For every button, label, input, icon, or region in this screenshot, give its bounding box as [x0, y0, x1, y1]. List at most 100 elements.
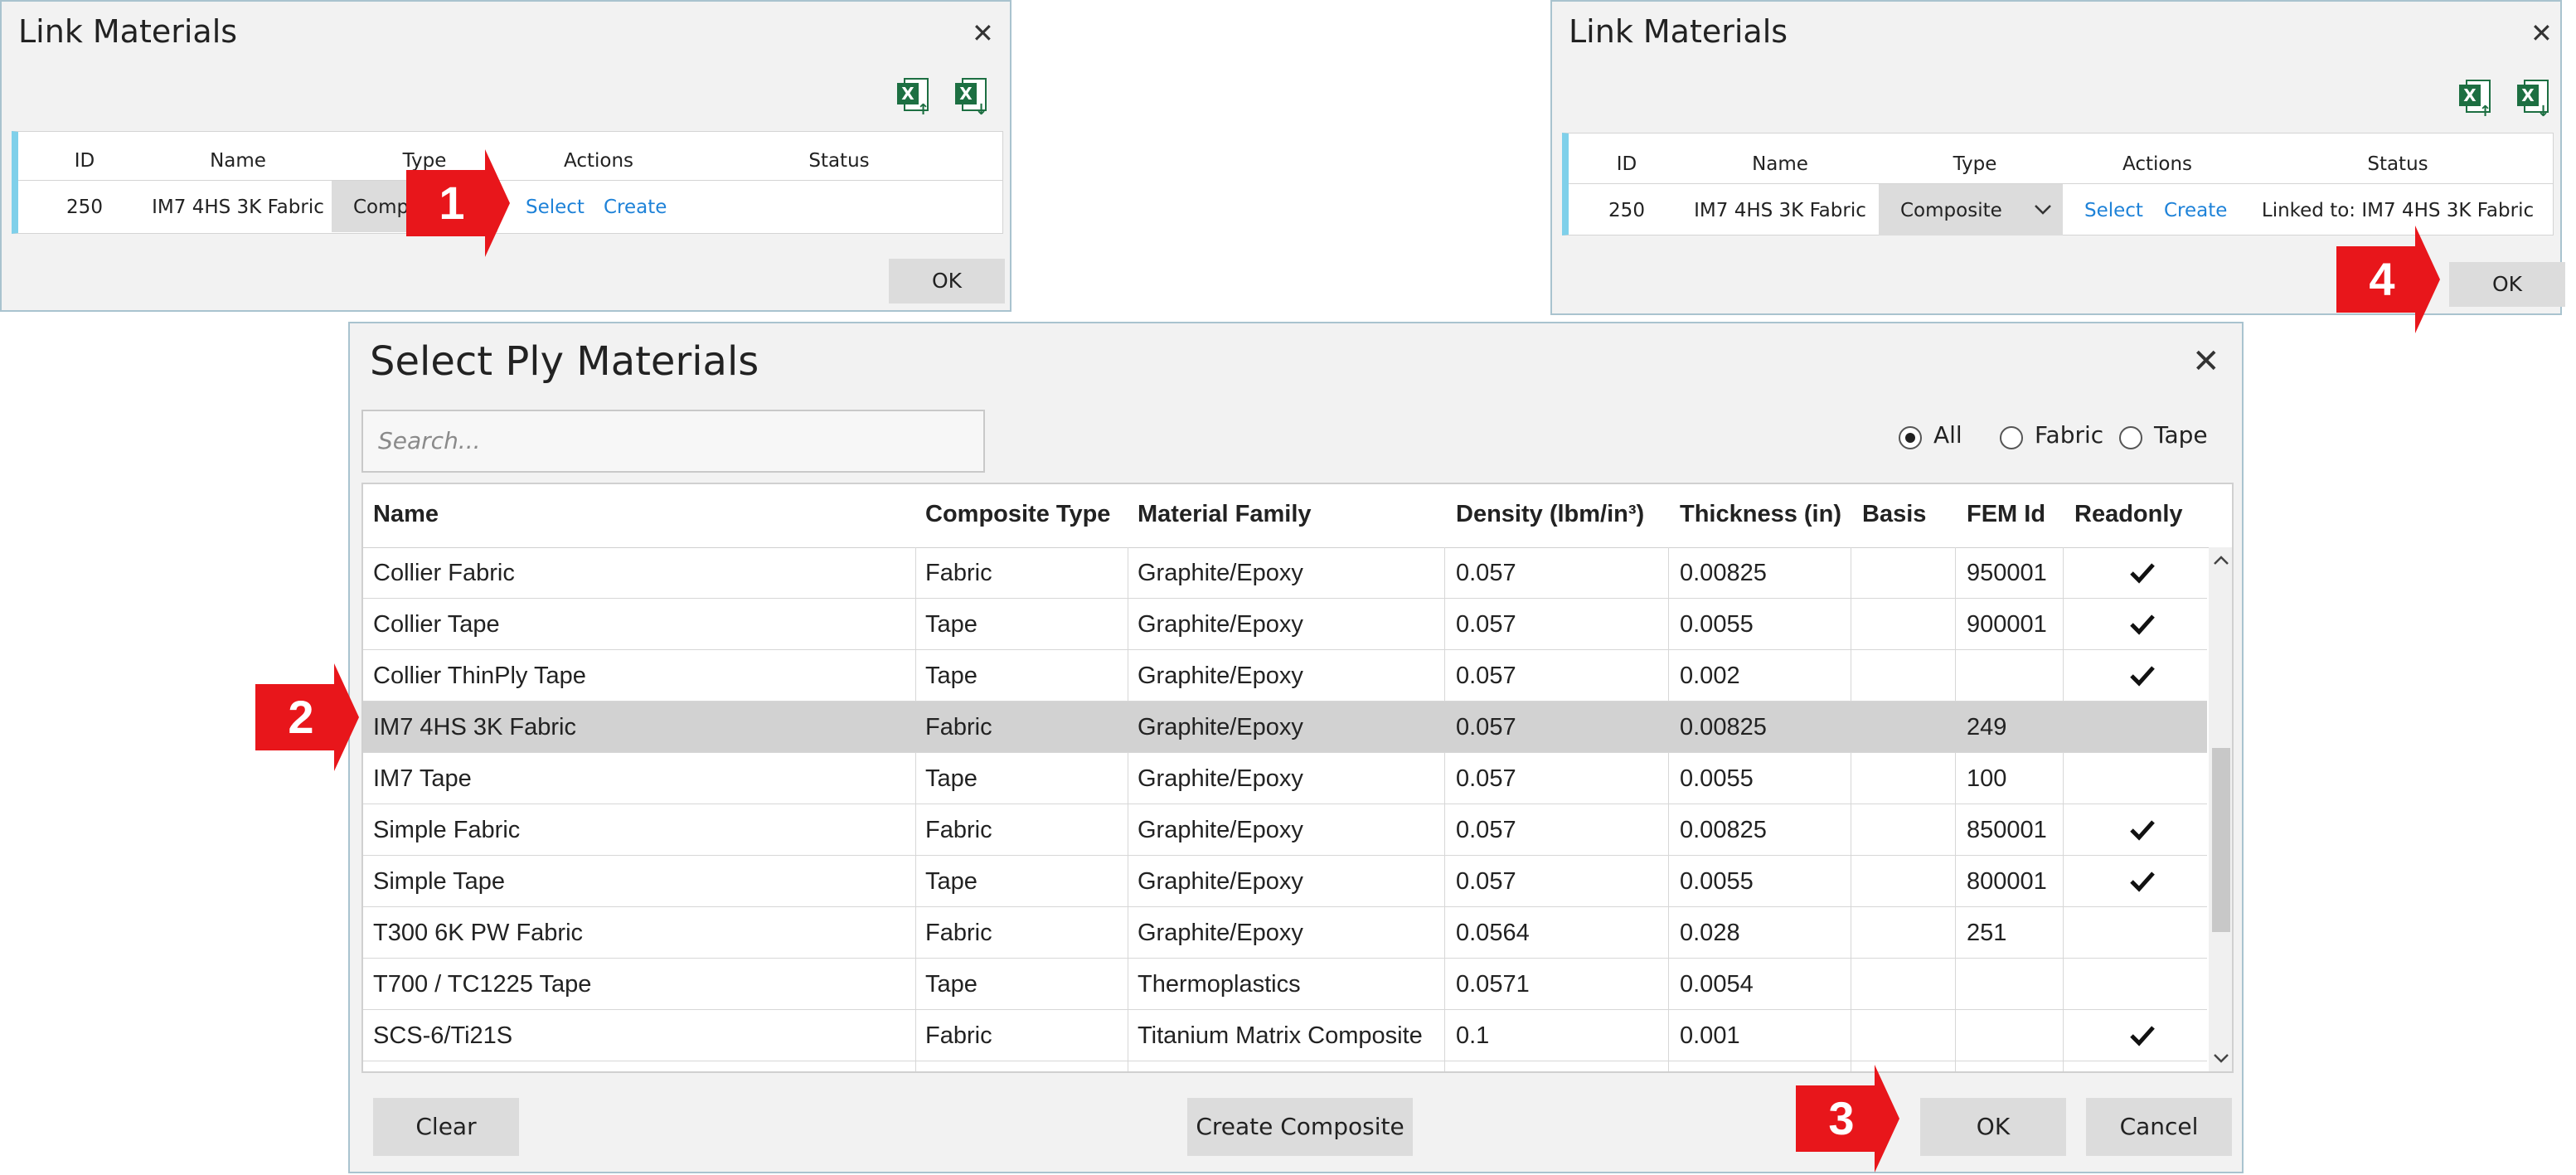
- close-icon[interactable]: ✕: [2192, 345, 2220, 378]
- header-actions: Actions: [563, 150, 633, 172]
- row-name: IM7 4HS 3K Fabric: [152, 197, 324, 218]
- excel-export-icon[interactable]: X ↓: [955, 78, 988, 118]
- cell-composite-type: Fabric: [925, 817, 992, 843]
- cell-thickness: 0.0055: [1680, 765, 1754, 792]
- cell-density: 0.0571: [1456, 971, 1530, 998]
- cell-composite-type: Tape: [925, 868, 978, 895]
- cell-name: Simple Tape: [373, 868, 506, 895]
- table-row[interactable]: Collier Fabric Fabric Graphite/Epoxy 0.057 0…: [363, 547, 2207, 599]
- cell-density: 0.0564: [1456, 920, 1530, 946]
- dialog-title: Link Materials: [1569, 13, 1788, 50]
- cell-thickness: 0.0055: [1680, 611, 1754, 638]
- cell-material-family: Titanium Matrix Composite: [1138, 1022, 1423, 1049]
- col-fem-id[interactable]: FEM Id: [1967, 501, 2045, 528]
- col-basis[interactable]: Basis: [1862, 501, 1926, 528]
- cell-name: T700 / TC1225 Tape: [373, 971, 592, 998]
- table-row[interactable]: Collier Tape Tape Graphite/Epoxy 0.057 0.005…: [363, 599, 2207, 650]
- cell-thickness: 0.00825: [1680, 560, 1767, 586]
- cell-fem-id: 800001: [1967, 868, 2047, 895]
- cancel-button[interactable]: Cancel: [2086, 1098, 2232, 1156]
- cell-thickness: 0.001: [1680, 1022, 1740, 1049]
- cell-density: 0.1: [1456, 1022, 1490, 1049]
- type-dropdown[interactable]: Composite: [1879, 184, 2063, 235]
- table-row[interactable]: Collier ThinPly Tape Tape Graphite/Epoxy 0.…: [363, 650, 2207, 702]
- header-name: Name: [1752, 153, 1808, 175]
- radio-tape[interactable]: [2119, 426, 2142, 449]
- radio-fabric-label: Fabric: [2035, 421, 2104, 449]
- radio-all[interactable]: [1899, 426, 1922, 449]
- cell-composite-type: Tape: [925, 663, 978, 689]
- excel-import-icon[interactable]: X ↑: [897, 78, 930, 118]
- cell-name: Collier Fabric: [373, 560, 515, 586]
- table-row[interactable]: SCS-6/Ti21S Fabric Titanium Matrix Composi…: [363, 1010, 2207, 1061]
- cell-name: SCS-6/Ti21S: [373, 1022, 513, 1049]
- ok-button[interactable]: OK: [2449, 262, 2565, 307]
- cell-fem-id: 850001: [1967, 817, 2047, 843]
- table-row[interactable]: IM7 4HS 3K Fabric Fabric Graphite/Epoxy 0.0…: [363, 702, 2207, 753]
- header-id: ID: [74, 150, 95, 172]
- cell-name: Collier ThinPly Tape: [373, 663, 586, 689]
- create-composite-button[interactable]: Create Composite: [1187, 1098, 1413, 1156]
- header-type: Type: [1953, 153, 1997, 175]
- col-thickness[interactable]: Thickness (in): [1680, 501, 1841, 528]
- table-row[interactable]: Simple Tape Tape Graphite/Epoxy 0.057 0.0055…: [363, 856, 2207, 907]
- table-row[interactable]: IM7 Tape Tape Graphite/Epoxy 0.057 0.0055 100: [363, 753, 2207, 804]
- checkmark-icon: [2130, 872, 2155, 892]
- search-input[interactable]: Search...: [361, 410, 985, 473]
- scroll-up-icon[interactable]: [2213, 554, 2229, 567]
- cell-density: 0.057: [1456, 663, 1516, 689]
- status-text: Linked to: IM7 4HS 3K Fabric: [2261, 200, 2535, 221]
- checkmark-icon: [2130, 666, 2155, 687]
- select-link[interactable]: Select: [526, 197, 585, 218]
- col-name[interactable]: Name: [373, 501, 439, 528]
- cell-name: Simple Fabric: [373, 817, 521, 843]
- cell-fem-id: 950001: [1967, 560, 2047, 586]
- excel-export-icon[interactable]: X ↓: [2517, 80, 2550, 119]
- cell-thickness: 0.0054: [1680, 971, 1754, 998]
- clear-button[interactable]: Clear: [373, 1098, 519, 1156]
- checkmark-icon: [2130, 563, 2155, 584]
- col-material-family[interactable]: Material Family: [1138, 501, 1312, 528]
- table-row[interactable]: Simple Fabric Fabric Graphite/Epoxy 0.057 0.…: [363, 804, 2207, 856]
- materials-grid: Name Composite Type Material Family Dens…: [361, 483, 2234, 1073]
- scroll-down-icon[interactable]: [2213, 1051, 2229, 1065]
- scroll-thumb[interactable]: [2212, 748, 2230, 932]
- close-icon[interactable]: ✕: [2530, 20, 2553, 46]
- col-density[interactable]: Density (lbm/in³): [1456, 501, 1644, 528]
- cell-fem-id: 251: [1967, 920, 2007, 946]
- cell-material-family: Graphite/Epoxy: [1138, 714, 1303, 740]
- step-marker-1: 1: [406, 149, 531, 257]
- create-link[interactable]: Create: [604, 197, 667, 218]
- cell-name: IM7 Tape: [373, 765, 472, 792]
- chevron-down-icon: [2035, 205, 2051, 215]
- type-filter: All Fabric Tape: [1899, 421, 2230, 454]
- create-link[interactable]: Create: [2164, 200, 2227, 221]
- radio-fabric[interactable]: [2000, 426, 2023, 449]
- vertical-scrollbar[interactable]: [2209, 547, 2232, 1071]
- cell-composite-type: Fabric: [925, 560, 992, 586]
- table-row[interactable]: T300 6K PW Fabric Fabric Graphite/Epoxy 0.0…: [363, 907, 2207, 959]
- checkmark-icon: [2130, 1026, 2155, 1046]
- cell-composite-type: Fabric: [925, 714, 992, 740]
- dialog-title: Select Ply Materials: [370, 338, 759, 385]
- col-readonly[interactable]: Readonly: [2074, 501, 2183, 528]
- close-icon[interactable]: ✕: [972, 20, 994, 46]
- grid-header: Name Composite Type Material Family Dens…: [363, 484, 2232, 548]
- ok-button[interactable]: OK: [889, 259, 1005, 303]
- row-id: 250: [66, 197, 103, 218]
- cell-material-family: Graphite/Epoxy: [1138, 765, 1303, 792]
- cell-composite-type: Tape: [925, 765, 978, 792]
- cell-fem-id: 100: [1967, 765, 2007, 792]
- select-link[interactable]: Select: [2084, 200, 2143, 221]
- cell-fem-id: 249: [1967, 714, 2007, 740]
- table-row[interactable]: T700 / TC1225 Tape Tape Thermoplastics 0.05…: [363, 959, 2207, 1010]
- cell-material-family: Graphite/Epoxy: [1138, 817, 1303, 843]
- radio-tape-label: Tape: [2154, 421, 2208, 449]
- excel-import-icon[interactable]: X ↑: [2459, 80, 2492, 119]
- col-composite-type[interactable]: Composite Type: [925, 501, 1110, 528]
- header-status: Status: [808, 150, 870, 172]
- dialog-title: Link Materials: [18, 13, 238, 50]
- cell-composite-type: Fabric: [925, 920, 992, 946]
- checkmark-icon: [2130, 614, 2155, 635]
- ok-button[interactable]: OK: [1920, 1098, 2066, 1156]
